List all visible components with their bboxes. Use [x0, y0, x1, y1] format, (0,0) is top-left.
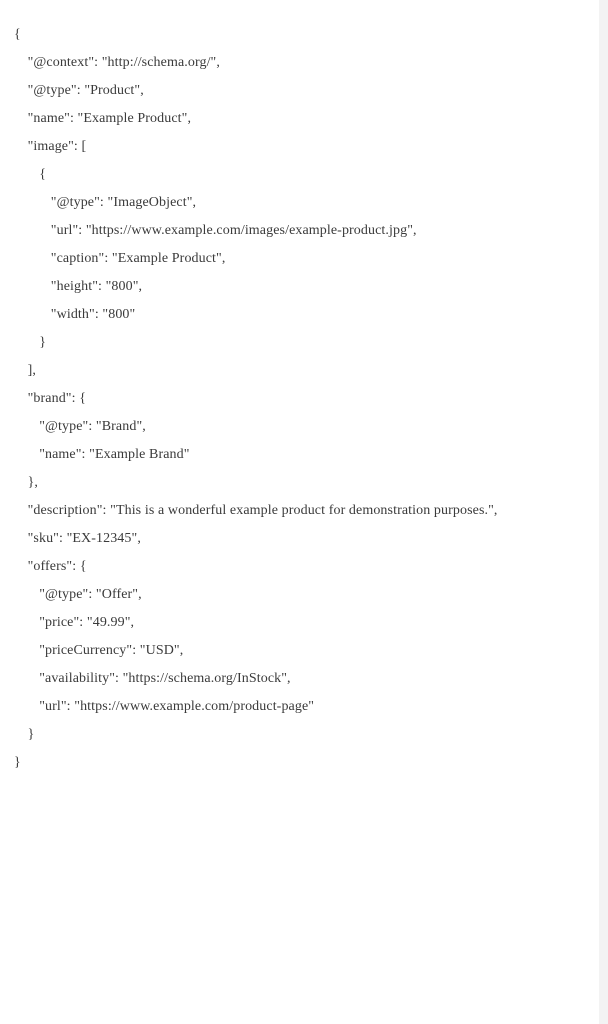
code-line: "availability": "https://schema.org/InSt… — [14, 672, 583, 686]
code-line: } — [14, 336, 583, 350]
code-line: "@context": "http://schema.org/", — [14, 56, 583, 70]
code-line: "sku": "EX-12345", — [14, 532, 583, 546]
code-line: "url": "https://www.example.com/product-… — [14, 700, 583, 714]
code-line: "description": "This is a wonderful exam… — [14, 504, 583, 518]
code-line: "@type": "Brand", — [14, 420, 583, 434]
code-line: "image": [ — [14, 140, 583, 154]
code-line: }, — [14, 476, 583, 490]
code-line: "price": "49.99", — [14, 616, 583, 630]
code-line: "height": "800", — [14, 280, 583, 294]
code-line: } — [14, 728, 583, 742]
code-line: "url": "https://www.example.com/images/e… — [14, 224, 583, 238]
code-line: { — [14, 28, 583, 42]
code-line: "caption": "Example Product", — [14, 252, 583, 266]
code-line: "@type": "Offer", — [14, 588, 583, 602]
code-line: "name": "Example Product", — [14, 112, 583, 126]
json-code-block: { "@context": "http://schema.org/", "@ty… — [0, 0, 608, 1024]
code-line: "priceCurrency": "USD", — [14, 644, 583, 658]
code-line: } — [14, 756, 583, 770]
code-line: { — [14, 168, 583, 182]
code-line: "offers": { — [14, 560, 583, 574]
code-line: "@type": "ImageObject", — [14, 196, 583, 210]
code-line: "width": "800" — [14, 308, 583, 322]
code-line: "brand": { — [14, 392, 583, 406]
code-line: "@type": "Product", — [14, 84, 583, 98]
code-line: ], — [14, 364, 583, 378]
code-line: "name": "Example Brand" — [14, 448, 583, 462]
